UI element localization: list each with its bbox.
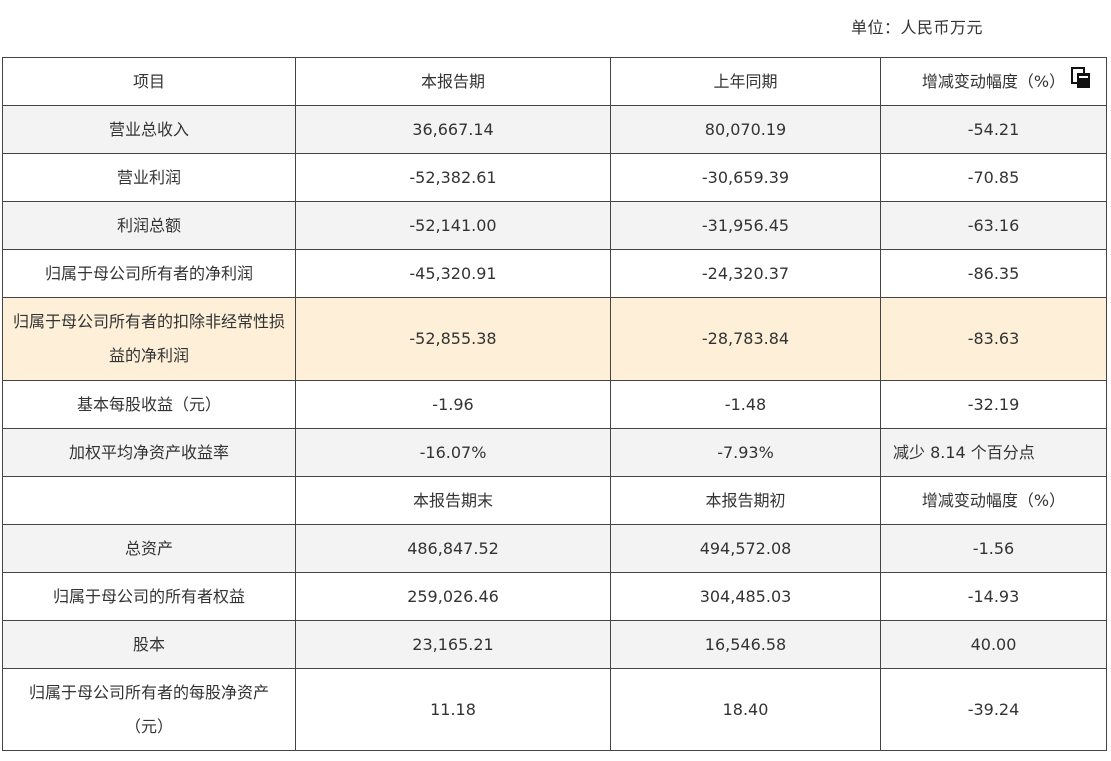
table-cell: -70.85 (880, 153, 1107, 202)
row-label: 营业利润 (2, 153, 296, 202)
financial-table: 项目 本报告期 上年同期 增减变动幅度（%） 营业总收入 36,667.14 8… (2, 57, 1107, 751)
table-cell: -63.16 (880, 201, 1107, 250)
table-row: 归属于母公司的所有者权益 259,026.46 304,485.03 -14.9… (2, 572, 1107, 621)
header-cell: 增减变动幅度（%） (880, 476, 1107, 525)
table-cell: -45,320.91 (295, 249, 611, 298)
table-row: 归属于母公司所有者的净利润 -45,320.91 -24,320.37 -86.… (2, 249, 1107, 298)
table-header-row: 本报告期末 本报告期初 增减变动幅度（%） (2, 476, 1107, 525)
table-row-highlighted: 归属于母公司所有者的扣除非经常性损益的净利润 -52,855.38 -28,78… (2, 297, 1107, 381)
table-cell: -86.35 (880, 249, 1107, 298)
table-cell: -24,320.37 (610, 249, 881, 298)
table-row: 加权平均净资产收益率 -16.07% -7.93% 减少 8.14 个百分点 (2, 428, 1107, 477)
table-cell: 36,667.14 (295, 105, 611, 154)
row-label: 归属于母公司所有者的每股净资产（元） (2, 668, 296, 751)
table-row: 营业利润 -52,382.61 -30,659.39 -70.85 (2, 153, 1107, 202)
header-cell: 本报告期 (295, 57, 611, 106)
table-cell: -1.48 (610, 380, 881, 429)
table-cell: -1.96 (295, 380, 611, 429)
row-label: 归属于母公司所有者的扣除非经常性损益的净利润 (2, 297, 296, 381)
table-cell: -52,141.00 (295, 201, 611, 250)
copy-icon[interactable] (1069, 66, 1093, 90)
table-cell: -31,956.45 (610, 201, 881, 250)
header-cell: 本报告期初 (610, 476, 881, 525)
table-row: 营业总收入 36,667.14 80,070.19 -54.21 (2, 105, 1107, 154)
table-cell: 80,070.19 (610, 105, 881, 154)
table-cell: -7.93% (610, 428, 881, 477)
table-cell: -52,855.38 (295, 297, 611, 381)
table-row: 股本 23,165.21 16,546.58 40.00 (2, 620, 1107, 669)
header-cell: 项目 (2, 57, 296, 106)
row-label: 归属于母公司所有者的净利润 (2, 249, 296, 298)
row-label: 利润总额 (2, 201, 296, 250)
table-cell: 23,165.21 (295, 620, 611, 669)
table-cell: -32.19 (880, 380, 1107, 429)
header-cell: 本报告期末 (295, 476, 611, 525)
table-cell: 486,847.52 (295, 524, 611, 573)
table-cell: 16,546.58 (610, 620, 881, 669)
table-cell: 304,485.03 (610, 572, 881, 621)
table-row: 归属于母公司所有者的每股净资产（元） 11.18 18.40 -39.24 (2, 668, 1107, 751)
table-cell: 494,572.08 (610, 524, 881, 573)
table-row: 总资产 486,847.52 494,572.08 -1.56 (2, 524, 1107, 573)
table-cell: 40.00 (880, 620, 1107, 669)
table-cell: -54.21 (880, 105, 1107, 154)
table-cell: 11.18 (295, 668, 611, 751)
table-cell: 259,026.46 (295, 572, 611, 621)
table-cell: 18.40 (610, 668, 881, 751)
row-label: 股本 (2, 620, 296, 669)
row-label: 总资产 (2, 524, 296, 573)
row-label: 营业总收入 (2, 105, 296, 154)
table-cell: -30,659.39 (610, 153, 881, 202)
table-cell: -1.56 (880, 524, 1107, 573)
table-header-row: 项目 本报告期 上年同期 增减变动幅度（%） (2, 57, 1107, 106)
table-cell: -28,783.84 (610, 297, 881, 381)
unit-label: 单位：人民币万元 (851, 18, 984, 37)
row-label: 加权平均净资产收益率 (2, 428, 296, 477)
table-cell: -52,382.61 (295, 153, 611, 202)
row-label: 基本每股收益（元） (2, 380, 296, 429)
table-row: 基本每股收益（元） -1.96 -1.48 -32.19 (2, 380, 1107, 429)
header-cell (2, 476, 296, 525)
table-cell: -83.63 (880, 297, 1107, 381)
row-label: 归属于母公司的所有者权益 (2, 572, 296, 621)
header-cell: 上年同期 (610, 57, 881, 106)
table-cell: 减少 8.14 个百分点 (880, 428, 1107, 477)
table-cell: -14.93 (880, 572, 1107, 621)
table-cell: -39.24 (880, 668, 1107, 751)
table-cell: -16.07% (295, 428, 611, 477)
table-row: 利润总额 -52,141.00 -31,956.45 -63.16 (2, 201, 1107, 250)
